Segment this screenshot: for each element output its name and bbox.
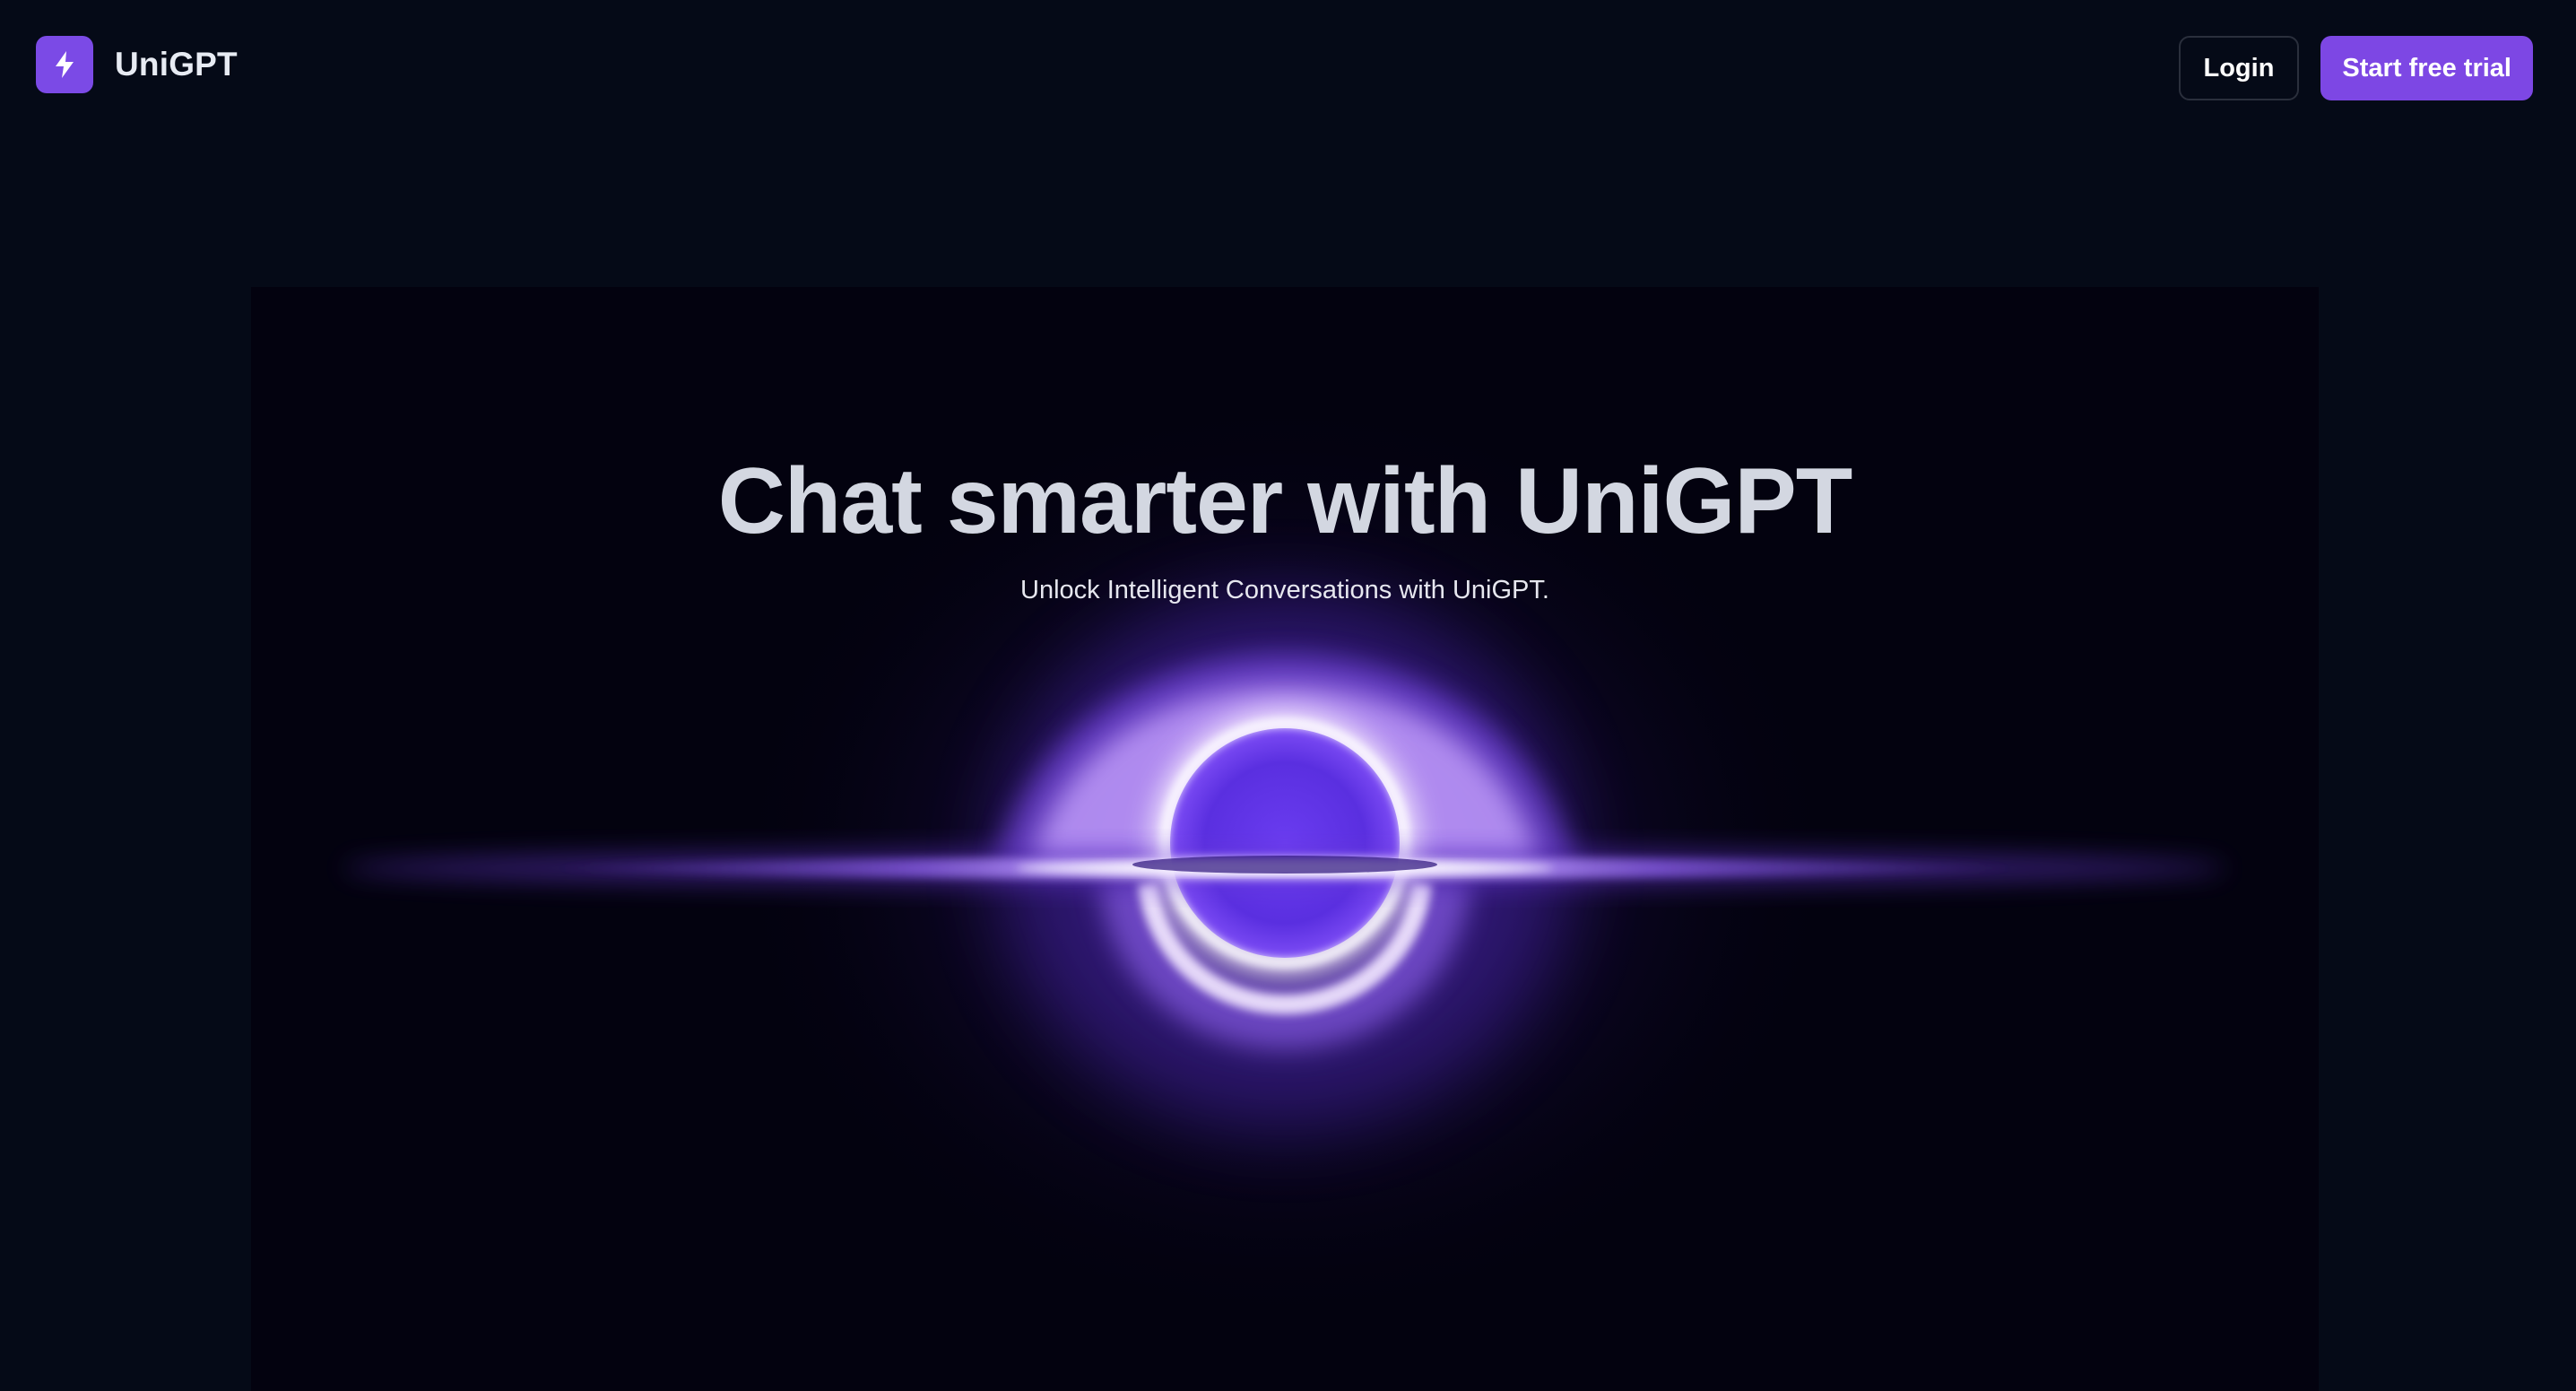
- login-button[interactable]: Login: [2178, 36, 2300, 100]
- nav-actions: Login Start free trial: [2178, 36, 2533, 100]
- hero-title: Chat smarter with UniGPT: [717, 449, 1853, 553]
- hero-subtitle: Unlock Intelligent Conversations with Un…: [1020, 576, 1549, 604]
- landing-page: UniGPT Login Start free trial Chat smart…: [0, 0, 2576, 1391]
- brand-name: UniGPT: [115, 46, 238, 83]
- hero-section: Chat smarter with UniGPT Unlock Intellig…: [251, 287, 2319, 1391]
- top-navigation: UniGPT Login Start free trial: [0, 0, 2576, 135]
- brand[interactable]: UniGPT: [36, 36, 238, 93]
- start-free-trial-button[interactable]: Start free trial: [2320, 36, 2533, 100]
- lightning-bolt-icon: [56, 51, 74, 78]
- logo: [36, 36, 93, 93]
